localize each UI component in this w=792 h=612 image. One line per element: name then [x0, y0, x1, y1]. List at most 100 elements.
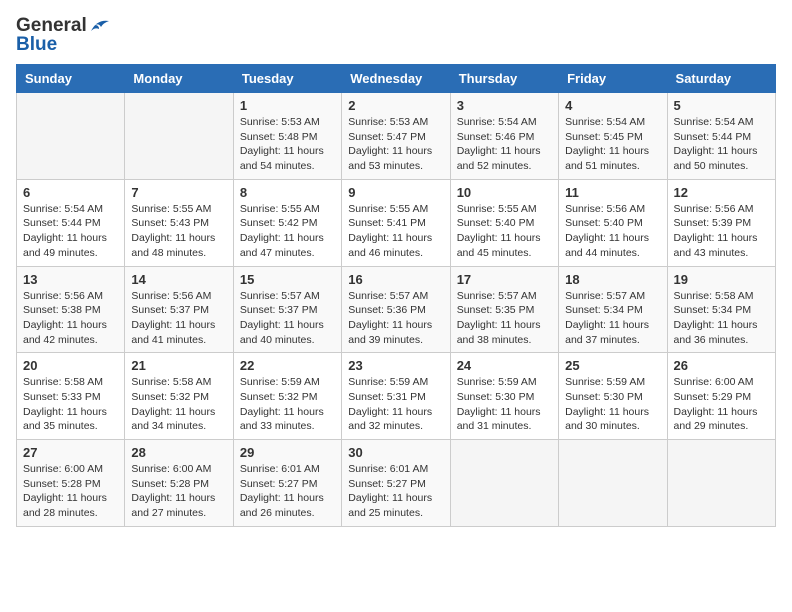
logo-blue-text: Blue	[16, 35, 111, 54]
day-number: 12	[674, 185, 769, 200]
day-number: 5	[674, 98, 769, 113]
logo-general-text: General	[16, 16, 87, 35]
calendar-cell: 1 Sunrise: 5:53 AM Sunset: 5:48 PM Daylig…	[233, 93, 341, 180]
calendar-cell: 28 Sunrise: 6:00 AM Sunset: 5:28 PM Dayli…	[125, 440, 233, 527]
calendar-cell: 16 Sunrise: 5:57 AM Sunset: 5:36 PM Dayli…	[342, 266, 450, 353]
calendar-cell: 26 Sunrise: 6:00 AM Sunset: 5:29 PM Dayli…	[667, 353, 775, 440]
calendar-cell	[125, 93, 233, 180]
calendar-cell: 8 Sunrise: 5:55 AM Sunset: 5:42 PM Daylig…	[233, 179, 341, 266]
day-info: Sunrise: 5:54 AM Sunset: 5:44 PM Dayligh…	[23, 202, 118, 261]
calendar-cell: 23Sunrise: 5:59 AM Sunset: 5:31 PM Dayli…	[342, 353, 450, 440]
day-info: Sunrise: 5:59 AM Sunset: 5:31 PM Dayligh…	[348, 375, 443, 434]
day-info: Sunrise: 5:54 AM Sunset: 5:44 PM Dayligh…	[674, 115, 769, 174]
calendar-cell: 10 Sunrise: 5:55 AM Sunset: 5:40 PM Dayli…	[450, 179, 558, 266]
day-number: 3	[457, 98, 552, 113]
day-info: Sunrise: 5:59 AM Sunset: 5:32 PM Dayligh…	[240, 375, 335, 434]
day-number: 15	[240, 272, 335, 287]
calendar-week-row: 6 Sunrise: 5:54 AM Sunset: 5:44 PM Daylig…	[17, 179, 776, 266]
day-info: Sunrise: 6:00 AM Sunset: 5:28 PM Dayligh…	[23, 462, 118, 521]
calendar-cell: 21 Sunrise: 5:58 AM Sunset: 5:32 PM Dayli…	[125, 353, 233, 440]
calendar-cell: 17 Sunrise: 5:57 AM Sunset: 5:35 PM Dayli…	[450, 266, 558, 353]
calendar-cell: 7 Sunrise: 5:55 AM Sunset: 5:43 PM Daylig…	[125, 179, 233, 266]
day-number: 18	[565, 272, 660, 287]
day-number: 4	[565, 98, 660, 113]
day-number: 10	[457, 185, 552, 200]
day-number: 11	[565, 185, 660, 200]
weekday-header-monday: Monday	[125, 65, 233, 93]
day-number: 25	[565, 358, 660, 373]
day-number: 14	[131, 272, 226, 287]
day-info: Sunrise: 5:59 AM Sunset: 5:30 PM Dayligh…	[457, 375, 552, 434]
day-info: Sunrise: 5:53 AM Sunset: 5:48 PM Dayligh…	[240, 115, 335, 174]
day-info: Sunrise: 5:54 AM Sunset: 5:45 PM Dayligh…	[565, 115, 660, 174]
calendar-cell: 4 Sunrise: 5:54 AM Sunset: 5:45 PM Daylig…	[559, 93, 667, 180]
day-info: Sunrise: 5:58 AM Sunset: 5:32 PM Dayligh…	[131, 375, 226, 434]
page-header: General Blue	[16, 16, 776, 54]
day-info: Sunrise: 5:57 AM Sunset: 5:36 PM Dayligh…	[348, 289, 443, 348]
day-info: Sunrise: 5:56 AM Sunset: 5:40 PM Dayligh…	[565, 202, 660, 261]
day-number: 26	[674, 358, 769, 373]
calendar-week-row: 20 Sunrise: 5:58 AM Sunset: 5:33 PM Dayli…	[17, 353, 776, 440]
logo: General Blue	[16, 16, 111, 54]
day-info: Sunrise: 5:55 AM Sunset: 5:43 PM Dayligh…	[131, 202, 226, 261]
calendar-cell	[17, 93, 125, 180]
calendar-cell: 30Sunrise: 6:01 AM Sunset: 5:27 PM Dayli…	[342, 440, 450, 527]
day-info: Sunrise: 5:54 AM Sunset: 5:46 PM Dayligh…	[457, 115, 552, 174]
day-info: Sunrise: 5:57 AM Sunset: 5:37 PM Dayligh…	[240, 289, 335, 348]
calendar-cell: 2Sunrise: 5:53 AM Sunset: 5:47 PM Daylig…	[342, 93, 450, 180]
weekday-header-saturday: Saturday	[667, 65, 775, 93]
day-number: 8	[240, 185, 335, 200]
calendar-cell	[667, 440, 775, 527]
day-number: 30	[348, 445, 443, 460]
calendar-cell: 29Sunrise: 6:01 AM Sunset: 5:27 PM Dayli…	[233, 440, 341, 527]
calendar-cell	[559, 440, 667, 527]
calendar-cell	[450, 440, 558, 527]
weekday-header-tuesday: Tuesday	[233, 65, 341, 93]
day-number: 6	[23, 185, 118, 200]
day-info: Sunrise: 5:56 AM Sunset: 5:39 PM Dayligh…	[674, 202, 769, 261]
day-number: 19	[674, 272, 769, 287]
calendar-cell: 9 Sunrise: 5:55 AM Sunset: 5:41 PM Daylig…	[342, 179, 450, 266]
day-info: Sunrise: 6:00 AM Sunset: 5:29 PM Dayligh…	[674, 375, 769, 434]
day-info: Sunrise: 5:56 AM Sunset: 5:38 PM Dayligh…	[23, 289, 118, 348]
calendar-cell: 3 Sunrise: 5:54 AM Sunset: 5:46 PM Daylig…	[450, 93, 558, 180]
day-info: Sunrise: 5:58 AM Sunset: 5:33 PM Dayligh…	[23, 375, 118, 434]
day-info: Sunrise: 5:55 AM Sunset: 5:42 PM Dayligh…	[240, 202, 335, 261]
calendar-cell: 15 Sunrise: 5:57 AM Sunset: 5:37 PM Dayli…	[233, 266, 341, 353]
day-number: 16	[348, 272, 443, 287]
calendar-cell: 20 Sunrise: 5:58 AM Sunset: 5:33 PM Dayli…	[17, 353, 125, 440]
day-info: Sunrise: 5:58 AM Sunset: 5:34 PM Dayligh…	[674, 289, 769, 348]
calendar-header-row: SundayMondayTuesdayWednesdayThursdayFrid…	[17, 65, 776, 93]
day-number: 24	[457, 358, 552, 373]
calendar-cell: 11 Sunrise: 5:56 AM Sunset: 5:40 PM Dayli…	[559, 179, 667, 266]
calendar-table: SundayMondayTuesdayWednesdayThursdayFrid…	[16, 64, 776, 527]
calendar-cell: 13 Sunrise: 5:56 AM Sunset: 5:38 PM Dayli…	[17, 266, 125, 353]
day-info: Sunrise: 5:55 AM Sunset: 5:41 PM Dayligh…	[348, 202, 443, 261]
day-number: 2	[348, 98, 443, 113]
weekday-header-wednesday: Wednesday	[342, 65, 450, 93]
day-info: Sunrise: 5:57 AM Sunset: 5:35 PM Dayligh…	[457, 289, 552, 348]
day-number: 17	[457, 272, 552, 287]
day-number: 27	[23, 445, 118, 460]
day-number: 21	[131, 358, 226, 373]
calendar-cell: 5 Sunrise: 5:54 AM Sunset: 5:44 PM Daylig…	[667, 93, 775, 180]
day-info: Sunrise: 5:57 AM Sunset: 5:34 PM Dayligh…	[565, 289, 660, 348]
calendar-cell: 12 Sunrise: 5:56 AM Sunset: 5:39 PM Dayli…	[667, 179, 775, 266]
calendar-cell: 14 Sunrise: 5:56 AM Sunset: 5:37 PM Dayli…	[125, 266, 233, 353]
day-number: 9	[348, 185, 443, 200]
day-number: 20	[23, 358, 118, 373]
day-info: Sunrise: 6:00 AM Sunset: 5:28 PM Dayligh…	[131, 462, 226, 521]
day-number: 13	[23, 272, 118, 287]
day-number: 1	[240, 98, 335, 113]
day-number: 28	[131, 445, 226, 460]
calendar-cell: 22Sunrise: 5:59 AM Sunset: 5:32 PM Dayli…	[233, 353, 341, 440]
day-number: 29	[240, 445, 335, 460]
day-info: Sunrise: 5:56 AM Sunset: 5:37 PM Dayligh…	[131, 289, 226, 348]
day-info: Sunrise: 5:55 AM Sunset: 5:40 PM Dayligh…	[457, 202, 552, 261]
calendar-cell: 6 Sunrise: 5:54 AM Sunset: 5:44 PM Daylig…	[17, 179, 125, 266]
calendar-cell: 19 Sunrise: 5:58 AM Sunset: 5:34 PM Dayli…	[667, 266, 775, 353]
calendar-cell: 18 Sunrise: 5:57 AM Sunset: 5:34 PM Dayli…	[559, 266, 667, 353]
calendar-week-row: 13 Sunrise: 5:56 AM Sunset: 5:38 PM Dayli…	[17, 266, 776, 353]
day-number: 7	[131, 185, 226, 200]
logo-bird-icon	[89, 17, 111, 35]
